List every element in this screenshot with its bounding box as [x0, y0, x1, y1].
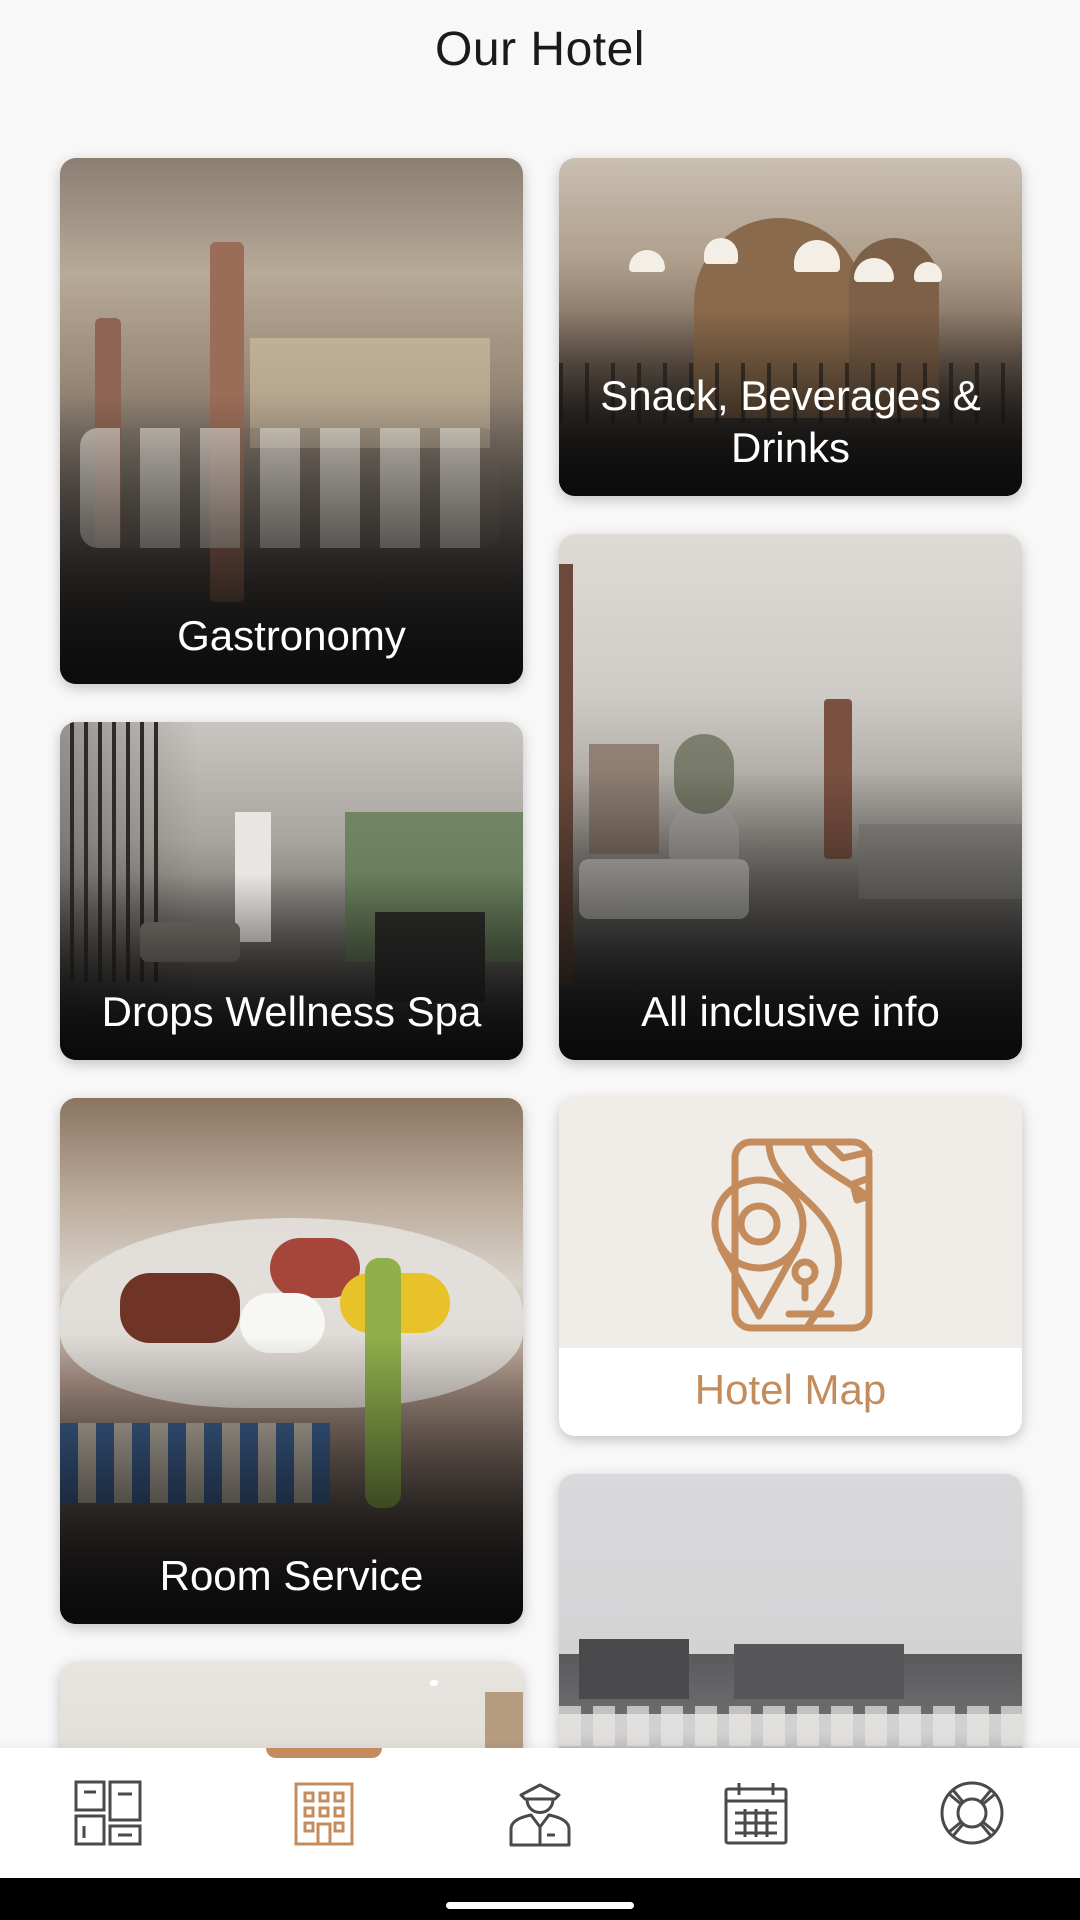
wellness-spa-label: Drops Wellness Spa — [101, 988, 482, 1035]
lifebuoy-icon — [940, 1781, 1004, 1845]
room-service-card[interactable]: Room Service — [60, 1098, 523, 1624]
system-navigation-bar — [0, 1878, 1080, 1920]
all-inclusive-label: All inclusive info — [641, 988, 940, 1035]
concierge-icon — [509, 1783, 571, 1847]
snack-beverages-label: Snack, Beverages & Drinks — [600, 372, 981, 471]
partial-beach-photo — [559, 1474, 1022, 1748]
nav-active-indicator — [266, 1748, 382, 1758]
wellness-spa-card[interactable]: Drops Wellness Spa — [60, 722, 523, 1060]
room-service-label: Room Service — [159, 1552, 424, 1599]
calendar-icon — [724, 1783, 788, 1845]
gastronomy-card[interactable]: Gastronomy — [60, 158, 523, 684]
all-inclusive-shade — [559, 534, 1022, 1060]
card-grid: Gastronomy Snack, Beverages & Drinks Dro… — [0, 0, 1080, 1748]
hotel-map-label: Hotel Map — [694, 1366, 887, 1413]
snack-beverages-card[interactable]: Snack, Beverages & Drinks — [559, 158, 1022, 496]
home-gesture-handle[interactable] — [446, 1902, 634, 1909]
room-service-shade — [60, 1098, 523, 1624]
gastronomy-label: Gastronomy — [177, 612, 406, 659]
dashboard-icon — [74, 1780, 142, 1846]
nav-item-hotel[interactable] — [216, 1748, 432, 1878]
partial-lounge-photo — [60, 1662, 523, 1748]
nav-item-dashboard[interactable] — [0, 1748, 216, 1878]
nav-item-concierge[interactable] — [432, 1748, 648, 1878]
partial-lounge-card[interactable] — [60, 1662, 523, 1748]
bottom-navigation — [0, 1748, 1080, 1878]
map-pin-icon — [711, 1138, 873, 1332]
nav-item-calendar[interactable] — [648, 1748, 864, 1878]
hotel-map-icon-area — [559, 1098, 1022, 1348]
nav-item-help[interactable] — [864, 1748, 1080, 1878]
hotel-map-card[interactable]: Hotel Map — [559, 1098, 1022, 1436]
gastronomy-shade — [60, 158, 523, 684]
all-inclusive-card[interactable]: All inclusive info — [559, 534, 1022, 1060]
partial-beach-card[interactable] — [559, 1474, 1022, 1748]
hotel-building-icon — [294, 1782, 354, 1846]
